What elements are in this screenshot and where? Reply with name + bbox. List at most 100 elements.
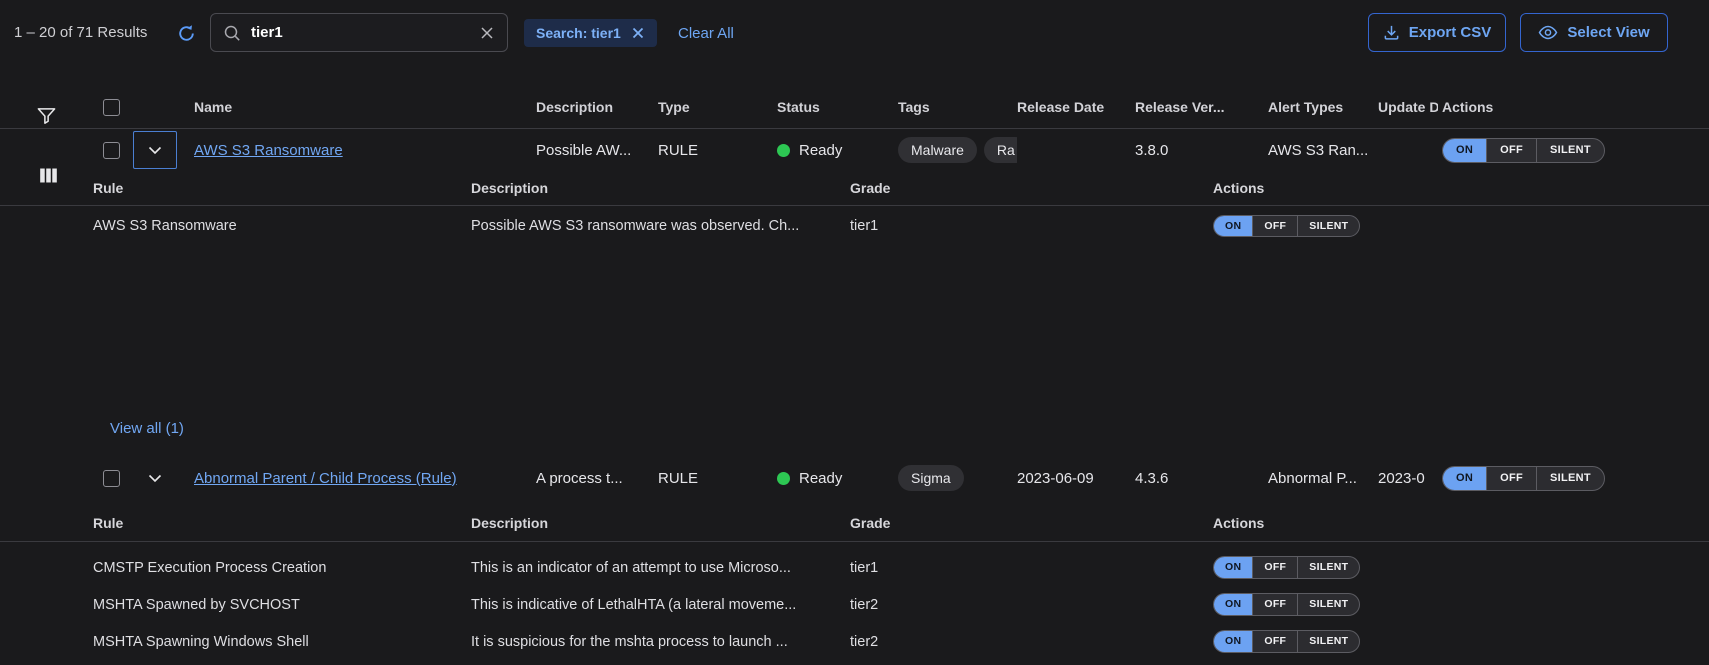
download-icon bbox=[1383, 24, 1400, 41]
toggle-silent-segment[interactable]: SILENT bbox=[1536, 467, 1604, 490]
view-all-link[interactable]: View all (1) bbox=[110, 420, 184, 437]
toggle-on-segment[interactable]: ON bbox=[1214, 557, 1252, 578]
sub-table-header: Rule Description Grade Actions bbox=[0, 504, 1709, 542]
tag-pill: Ra bbox=[984, 137, 1017, 163]
toggle-off-segment[interactable]: OFF bbox=[1486, 467, 1536, 490]
clear-all-link[interactable]: Clear All bbox=[678, 25, 734, 42]
subcolumn-actions: Actions bbox=[1213, 504, 1513, 541]
column-header-release-version: Release Ver... bbox=[1135, 86, 1261, 128]
subcolumn-grade: Grade bbox=[850, 504, 1207, 541]
tag-pill: Sigma bbox=[898, 465, 964, 491]
refresh-icon bbox=[176, 23, 197, 44]
column-header-status: Status bbox=[777, 86, 892, 128]
status-ready-dot bbox=[777, 472, 790, 485]
sub-rule-grade: tier1 bbox=[850, 549, 1207, 586]
search-input[interactable] bbox=[251, 24, 469, 41]
status-ready-dot bbox=[777, 144, 790, 157]
header-checkbox[interactable] bbox=[103, 99, 120, 116]
toggle-on-segment[interactable]: ON bbox=[1214, 631, 1252, 652]
subcolumn-grade: Grade bbox=[850, 171, 1207, 205]
search-box[interactable] bbox=[210, 13, 508, 52]
toggle-off-segment[interactable]: OFF bbox=[1252, 631, 1297, 652]
alert-types-cell: AWS S3 Ran... bbox=[1268, 129, 1372, 171]
sub-rule-row: AWS S3 Ransomware Possible AWS S3 ransom… bbox=[0, 206, 1709, 246]
sub-rule-row: MSHTA Spawning Windows Shell It is suspi… bbox=[0, 623, 1709, 660]
sub-rule-actions: ON OFF SILENT bbox=[1213, 549, 1513, 586]
type-cell: RULE bbox=[658, 129, 770, 171]
sub-rule-description: Possible AWS S3 ransomware was observed.… bbox=[471, 206, 844, 246]
rule-name-link[interactable]: AWS S3 Ransomware bbox=[194, 142, 343, 159]
search-clear-icon[interactable] bbox=[479, 25, 495, 41]
type-cell: RULE bbox=[658, 456, 770, 500]
toggle-silent-segment[interactable]: SILENT bbox=[1297, 594, 1359, 615]
rule-row-aws-s3-ransomware: AWS S3 Ransomware Possible AW... RULE Re… bbox=[0, 129, 1709, 171]
alert-mode-toggle: ON OFF SILENT bbox=[1213, 215, 1360, 238]
toggle-silent-segment[interactable]: SILENT bbox=[1297, 216, 1359, 237]
tags-cell: Sigma bbox=[898, 456, 1017, 500]
table-header-row: Name Description Type Status Tags Releas… bbox=[0, 86, 1709, 129]
toggle-on-segment[interactable]: ON bbox=[1443, 467, 1486, 490]
column-header-description: Description bbox=[536, 86, 652, 128]
expand-row-button[interactable] bbox=[133, 131, 177, 169]
search-filter-chip[interactable]: Search: tier1 bbox=[524, 19, 657, 47]
release-version-cell: 3.8.0 bbox=[1135, 129, 1261, 171]
subcolumn-rule: Rule bbox=[93, 504, 465, 541]
alert-types-cell: Abnormal P... bbox=[1268, 456, 1372, 500]
column-header-release-date: Release Date bbox=[1017, 86, 1129, 128]
sub-rule-name: MSHTA Spawned by SVCHOST bbox=[93, 586, 465, 623]
sub-rule-description: This is indicative of LethalHTA (a later… bbox=[471, 586, 844, 623]
sub-rule-description: It is suspicious for the mshta process t… bbox=[471, 623, 844, 660]
sub-rule-actions: ON OFF SILENT bbox=[1213, 623, 1513, 660]
results-count: 1 – 20 of 71 Results bbox=[14, 24, 147, 41]
toggle-off-segment[interactable]: OFF bbox=[1252, 594, 1297, 615]
status-cell: Ready bbox=[777, 129, 892, 171]
refresh-button[interactable] bbox=[173, 20, 199, 46]
rule-name-link[interactable]: Abnormal Parent / Child Process (Rule) bbox=[194, 470, 457, 487]
subcolumn-description: Description bbox=[471, 504, 844, 541]
toggle-off-segment[interactable]: OFF bbox=[1486, 139, 1536, 162]
release-date-cell: 2023-06-09 bbox=[1017, 456, 1129, 500]
alert-mode-toggle: ON OFF SILENT bbox=[1213, 593, 1360, 616]
sub-rule-description: This is an indicator of an attempt to us… bbox=[471, 549, 844, 586]
export-csv-button[interactable]: Export CSV bbox=[1368, 13, 1506, 52]
toggle-off-segment[interactable]: OFF bbox=[1252, 557, 1297, 578]
expand-row-button[interactable] bbox=[133, 459, 177, 497]
search-icon bbox=[223, 24, 241, 42]
row-checkbox[interactable] bbox=[103, 142, 120, 159]
release-date-cell bbox=[1017, 129, 1129, 171]
description-cell: A process t... bbox=[536, 456, 652, 500]
detection-rules-screen: 1 – 20 of 71 Results Search: tier1 Clear… bbox=[0, 0, 1709, 665]
select-view-label: Select View bbox=[1567, 24, 1649, 41]
toggle-silent-segment[interactable]: SILENT bbox=[1536, 139, 1604, 162]
release-version-cell: 4.3.6 bbox=[1135, 456, 1261, 500]
column-header-type: Type bbox=[658, 86, 770, 128]
column-header-name: Name bbox=[194, 86, 530, 128]
row-checkbox[interactable] bbox=[103, 470, 120, 487]
chip-close-icon[interactable] bbox=[631, 26, 645, 40]
export-csv-label: Export CSV bbox=[1409, 24, 1492, 41]
tags-cell: Malware Ra bbox=[898, 129, 1017, 171]
toggle-on-segment[interactable]: ON bbox=[1214, 594, 1252, 615]
toggle-on-segment[interactable]: ON bbox=[1443, 139, 1486, 162]
rule-row-abnormal-parent-child: Abnormal Parent / Child Process (Rule) A… bbox=[0, 456, 1709, 500]
description-cell: Possible AW... bbox=[536, 129, 652, 171]
alert-mode-toggle: ON OFF SILENT bbox=[1213, 556, 1360, 579]
select-view-button[interactable]: Select View bbox=[1520, 13, 1668, 52]
sub-rule-actions: ON OFF SILENT bbox=[1213, 586, 1513, 623]
column-header-actions: Actions bbox=[1442, 86, 1702, 128]
sub-rule-actions: ON OFF SILENT bbox=[1213, 206, 1513, 246]
toggle-on-segment[interactable]: ON bbox=[1214, 216, 1252, 237]
chevron-down-icon bbox=[148, 146, 162, 155]
subcolumn-description: Description bbox=[471, 171, 844, 205]
tag-pill: Malware bbox=[898, 137, 977, 163]
toggle-off-segment[interactable]: OFF bbox=[1252, 216, 1297, 237]
toggle-silent-segment[interactable]: SILENT bbox=[1297, 557, 1359, 578]
column-header-update-date: Update D bbox=[1378, 86, 1438, 128]
toggle-silent-segment[interactable]: SILENT bbox=[1297, 631, 1359, 652]
alert-mode-toggle: ON OFF SILENT bbox=[1442, 466, 1605, 491]
status-cell: Ready bbox=[777, 456, 892, 500]
sub-rule-grade: tier2 bbox=[850, 623, 1207, 660]
sub-rule-row: CMSTP Execution Process Creation This is… bbox=[0, 549, 1709, 586]
eye-icon bbox=[1538, 25, 1558, 40]
subcolumn-rule: Rule bbox=[93, 171, 465, 205]
